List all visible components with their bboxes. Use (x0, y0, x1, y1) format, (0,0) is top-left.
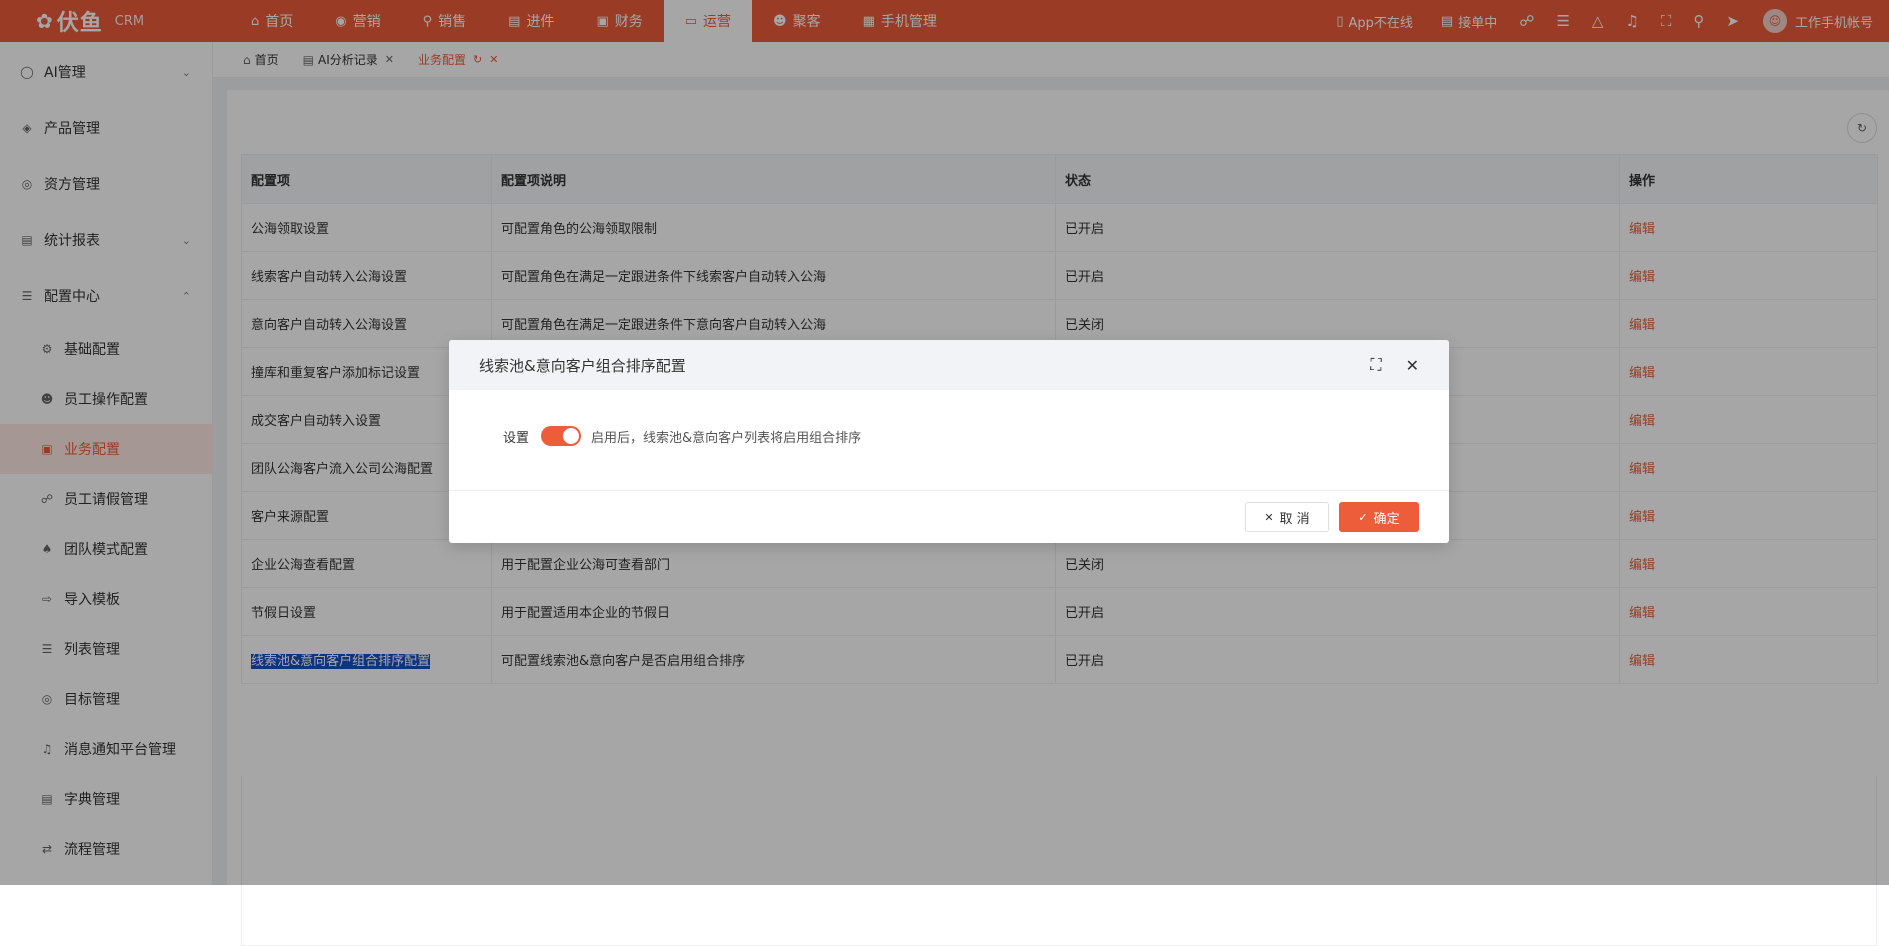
dialog-header-icons: ⛶ ✕ (1346, 355, 1419, 375)
config-dialog: 线索池&意向客户组合排序配置 ⛶ ✕ 设置 启用后，线索池&意向客户列表将启用组… (449, 340, 1449, 543)
close-icon: ✕ (1264, 510, 1274, 524)
dialog-body: 设置 启用后，线索池&意向客户列表将启用组合排序 (449, 390, 1449, 491)
enable-switch[interactable] (541, 426, 582, 446)
setting-description: 启用后，线索池&意向客户列表将启用组合排序 (591, 430, 862, 446)
close-icon[interactable]: ✕ (1406, 356, 1419, 375)
confirm-label: 确定 (1373, 511, 1400, 527)
switch-knob (563, 428, 580, 444)
cancel-button[interactable]: ✕ 取 消 (1245, 502, 1329, 532)
maximize-icon[interactable]: ⛶ (1370, 355, 1381, 375)
cancel-label: 取 消 (1279, 511, 1310, 527)
dialog-title: 线索池&意向客户组合排序配置 (479, 356, 686, 375)
setting-row: 设置 启用后，线索池&意向客户列表将启用组合排序 (503, 426, 861, 446)
confirm-button[interactable]: ✓ 确定 (1339, 502, 1419, 532)
setting-label: 设置 (503, 430, 530, 446)
check-icon: ✓ (1358, 510, 1368, 524)
dialog-footer: ✕ 取 消 ✓ 确定 (449, 491, 1449, 543)
dialog-header: 线索池&意向客户组合排序配置 ⛶ ✕ (449, 340, 1449, 390)
